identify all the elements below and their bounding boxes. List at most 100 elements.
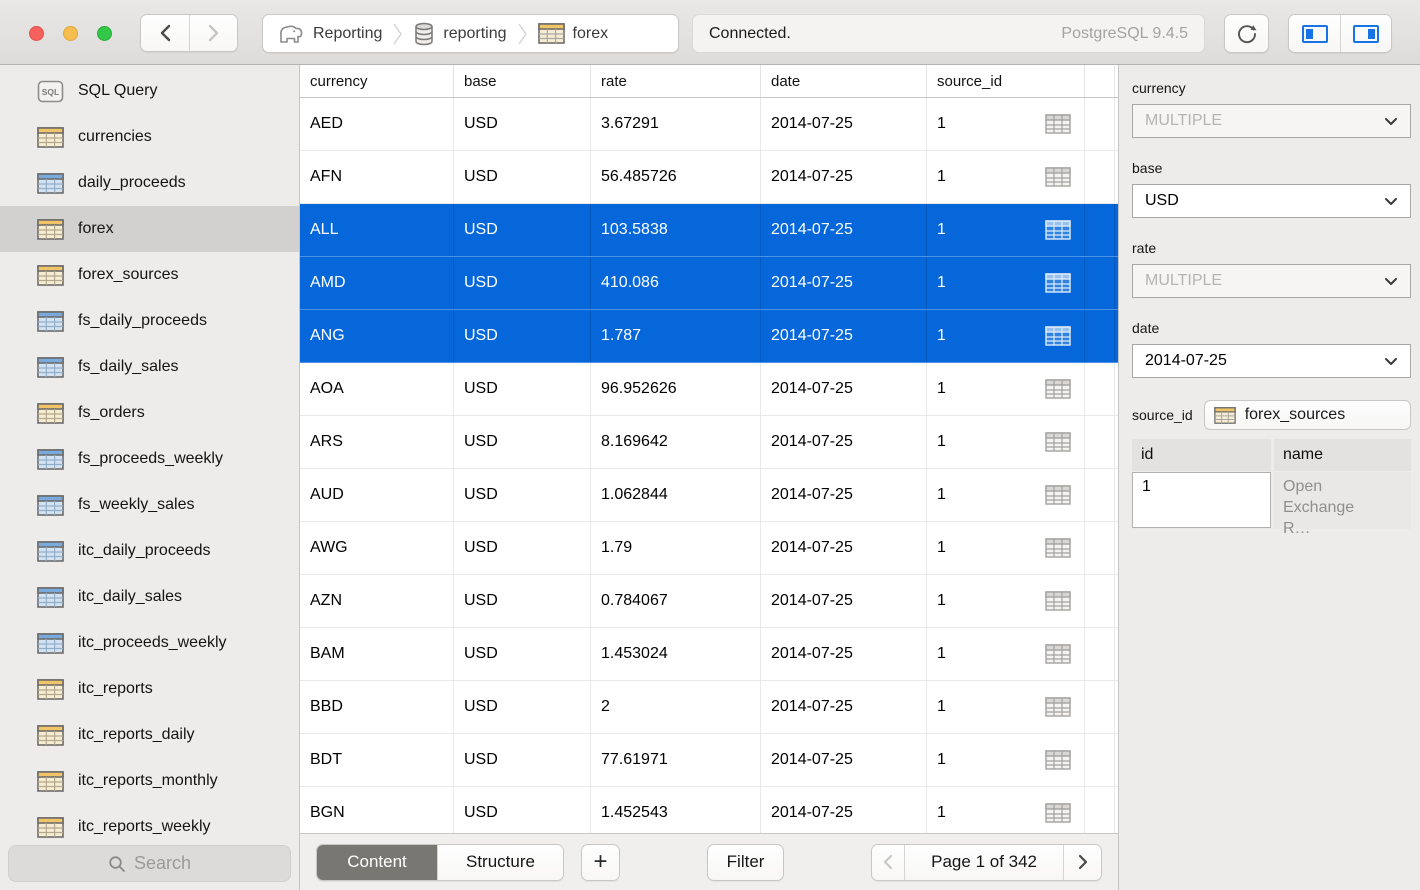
- table-row-awg[interactable]: AWGUSD1.792014-07-251: [300, 522, 1118, 575]
- cell-currency[interactable]: ALL: [300, 204, 454, 256]
- cell-base[interactable]: USD: [454, 98, 591, 150]
- column-header-currency[interactable]: currency: [300, 65, 454, 97]
- column-header-rate[interactable]: rate: [591, 65, 761, 97]
- cell-base[interactable]: USD: [454, 575, 591, 627]
- next-page-button[interactable]: [1063, 845, 1101, 880]
- cell-currency[interactable]: AMD: [300, 257, 454, 309]
- foreign-row-expand-button[interactable]: [1045, 114, 1071, 134]
- cell-date[interactable]: 2014-07-25: [761, 257, 927, 309]
- forward-button[interactable]: [189, 15, 237, 51]
- field-currency-dropdown[interactable]: MULTIPLE: [1132, 104, 1411, 138]
- sidebar-item-itc-proceeds-weekly[interactable]: itc_proceeds_weekly: [0, 620, 299, 666]
- cell-rate[interactable]: 103.5838: [591, 204, 761, 256]
- cell-currency[interactable]: BAM: [300, 628, 454, 680]
- add-row-button[interactable]: +: [581, 844, 620, 881]
- table-row-aud[interactable]: AUDUSD1.0628442014-07-251: [300, 469, 1118, 522]
- cell-currency[interactable]: AUD: [300, 469, 454, 521]
- table-row-aoa[interactable]: AOAUSD96.9526262014-07-251: [300, 363, 1118, 416]
- sidebar-item-fs-proceeds-weekly[interactable]: fs_proceeds_weekly: [0, 436, 299, 482]
- breadcrumb-server[interactable]: Reporting: [269, 15, 391, 52]
- foreign-row-expand-button[interactable]: [1045, 485, 1071, 505]
- foreign-row-expand-button[interactable]: [1045, 379, 1071, 399]
- cell-source-id[interactable]: 1: [927, 787, 1085, 833]
- minimize-window-button[interactable]: [63, 26, 78, 41]
- cell-currency[interactable]: AED: [300, 98, 454, 150]
- cell-source-id[interactable]: 1: [927, 416, 1085, 468]
- cell-base[interactable]: USD: [454, 363, 591, 415]
- foreign-row-expand-button[interactable]: [1045, 273, 1071, 293]
- cell-rate[interactable]: 77.61971: [591, 734, 761, 786]
- cell-rate[interactable]: 0.784067: [591, 575, 761, 627]
- table-row-bbd[interactable]: BBDUSD22014-07-251: [300, 681, 1118, 734]
- toggle-left-panel-button[interactable]: [1289, 15, 1340, 52]
- field-date-dropdown[interactable]: 2014-07-25: [1132, 344, 1411, 378]
- cell-date[interactable]: 2014-07-25: [761, 681, 927, 733]
- cell-base[interactable]: USD: [454, 204, 591, 256]
- column-header-base[interactable]: base: [454, 65, 591, 97]
- sidebar-item-itc-reports[interactable]: itc_reports: [0, 666, 299, 712]
- cell-source-id[interactable]: 1: [927, 681, 1085, 733]
- cell-source-id[interactable]: 1: [927, 522, 1085, 574]
- tab-content[interactable]: Content: [317, 845, 437, 880]
- close-window-button[interactable]: [29, 26, 44, 41]
- cell-source-id[interactable]: 1: [927, 98, 1085, 150]
- sidebar-item-itc-reports-monthly[interactable]: itc_reports_monthly: [0, 758, 299, 804]
- foreign-row-expand-button[interactable]: [1045, 750, 1071, 770]
- sidebar-item-fs-weekly-sales[interactable]: fs_weekly_sales: [0, 482, 299, 528]
- cell-base[interactable]: USD: [454, 416, 591, 468]
- table-row-azn[interactable]: AZNUSD0.7840672014-07-251: [300, 575, 1118, 628]
- cell-source-id[interactable]: 1: [927, 363, 1085, 415]
- cell-base[interactable]: USD: [454, 469, 591, 521]
- sidebar-item-itc-daily-sales[interactable]: itc_daily_sales: [0, 574, 299, 620]
- cell-currency[interactable]: BGN: [300, 787, 454, 833]
- cell-base[interactable]: USD: [454, 257, 591, 309]
- table-row-ars[interactable]: ARSUSD8.1696422014-07-251: [300, 416, 1118, 469]
- cell-source-id[interactable]: 1: [927, 734, 1085, 786]
- cell-source-id[interactable]: 1: [927, 257, 1085, 309]
- cell-currency[interactable]: AFN: [300, 151, 454, 203]
- cell-currency[interactable]: ARS: [300, 416, 454, 468]
- table-row-ang[interactable]: ANGUSD1.7872014-07-251: [300, 310, 1118, 363]
- foreign-row-expand-button[interactable]: [1045, 538, 1071, 558]
- cell-source-id[interactable]: 1: [927, 628, 1085, 680]
- cell-rate[interactable]: 96.952626: [591, 363, 761, 415]
- cell-rate[interactable]: 1.062844: [591, 469, 761, 521]
- foreign-row-expand-button[interactable]: [1045, 803, 1071, 823]
- cell-date[interactable]: 2014-07-25: [761, 151, 927, 203]
- cell-source-id[interactable]: 1: [927, 151, 1085, 203]
- cell-base[interactable]: USD: [454, 151, 591, 203]
- foreign-row-expand-button[interactable]: [1045, 591, 1071, 611]
- tab-structure[interactable]: Structure: [437, 845, 563, 880]
- sidebar-item-forex-sources[interactable]: forex_sources: [0, 252, 299, 298]
- cell-base[interactable]: USD: [454, 522, 591, 574]
- cell-source-id[interactable]: 1: [927, 469, 1085, 521]
- table-row-amd[interactable]: AMDUSD410.0862014-07-251: [300, 257, 1118, 310]
- field-base-dropdown[interactable]: USD: [1132, 184, 1411, 218]
- cell-currency[interactable]: BDT: [300, 734, 454, 786]
- cell-date[interactable]: 2014-07-25: [761, 416, 927, 468]
- cell-source-id[interactable]: 1: [927, 575, 1085, 627]
- cell-currency[interactable]: AWG: [300, 522, 454, 574]
- sidebar-item-currencies[interactable]: currencies: [0, 114, 299, 160]
- cell-date[interactable]: 2014-07-25: [761, 98, 927, 150]
- cell-base[interactable]: USD: [454, 628, 591, 680]
- sidebar-item-itc-reports-weekly[interactable]: itc_reports_weekly: [0, 804, 299, 850]
- foreign-table-button[interactable]: forex_sources: [1204, 400, 1411, 430]
- foreign-row-expand-button[interactable]: [1045, 697, 1071, 717]
- cell-date[interactable]: 2014-07-25: [761, 469, 927, 521]
- search-input[interactable]: Search: [8, 845, 291, 882]
- column-header-date[interactable]: date: [761, 65, 927, 97]
- table-row-aed[interactable]: AEDUSD3.672912014-07-251: [300, 98, 1118, 151]
- cell-rate[interactable]: 8.169642: [591, 416, 761, 468]
- ref-id-input[interactable]: 1: [1132, 472, 1271, 528]
- cell-date[interactable]: 2014-07-25: [761, 522, 927, 574]
- cell-date[interactable]: 2014-07-25: [761, 787, 927, 833]
- cell-rate[interactable]: 2: [591, 681, 761, 733]
- sidebar-item-fs-orders[interactable]: fs_orders: [0, 390, 299, 436]
- cell-source-id[interactable]: 1: [927, 204, 1085, 256]
- foreign-row-expand-button[interactable]: [1045, 432, 1071, 452]
- table-row-bam[interactable]: BAMUSD1.4530242014-07-251: [300, 628, 1118, 681]
- cell-rate[interactable]: 410.086: [591, 257, 761, 309]
- zoom-window-button[interactable]: [97, 26, 112, 41]
- toggle-right-panel-button[interactable]: [1340, 15, 1391, 52]
